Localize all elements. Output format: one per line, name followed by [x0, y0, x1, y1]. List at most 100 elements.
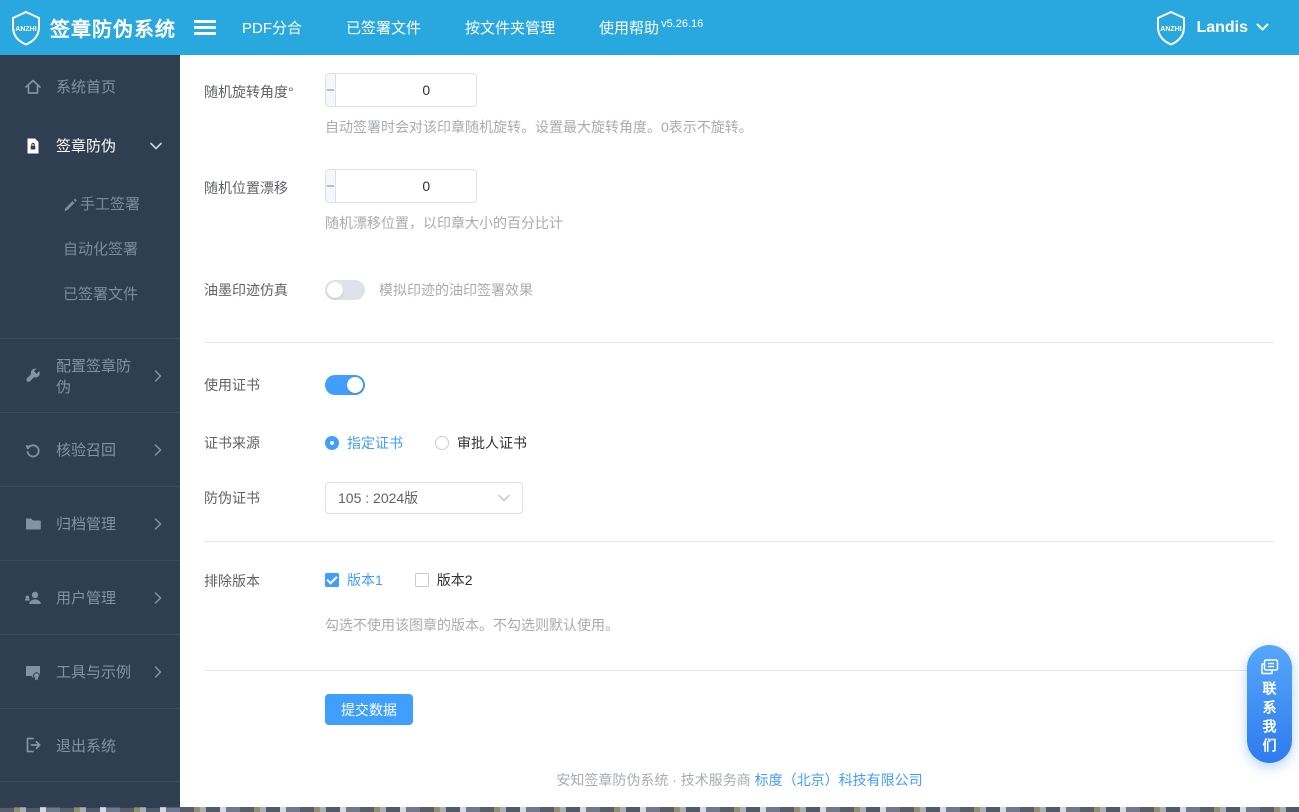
radio-selected-icon: [325, 436, 339, 450]
sidebar-item-configure-antiforgery[interactable]: 配置签章防伪: [0, 338, 180, 412]
chevron-right-icon: [154, 369, 162, 382]
main-content: 随机旋转角度° − + 自动签署时会对该印章随机旋转。设置最大旋转角度。0表示不…: [180, 55, 1299, 812]
checkbox-version-2[interactable]: 版本2: [414, 570, 473, 590]
sidebar-item-label: 核验召回: [56, 442, 117, 459]
folder-icon: [24, 515, 42, 533]
sidebar-item-seal-antiforgery[interactable]: 签章防伪: [0, 116, 180, 175]
radio-approver-certificate[interactable]: 审批人证书: [435, 433, 527, 453]
chevron-right-icon: [154, 517, 162, 530]
contact-us-button[interactable]: 联系我们: [1247, 645, 1292, 763]
row-certificate-source: 证书来源 指定证书 审批人证书: [204, 433, 1274, 453]
sidebar-item-label: 退出系统: [56, 737, 117, 755]
field-label: 随机位置漂移: [204, 180, 288, 196]
topbar: ANZHI 签章防伪系统 PDF分合 已签署文件 按文件夹管理 使用帮助 v5.2…: [0, 0, 1299, 55]
rotation-help-text: 自动签署时会对该印章随机旋转。设置最大旋转角度。0表示不旋转。: [325, 119, 753, 135]
contact-chat-icon: [1260, 659, 1279, 675]
certificate-select-value: 105 : 2024版: [338, 490, 419, 506]
chevron-right-icon: [154, 443, 162, 456]
version-badge: v5.26.16: [661, 18, 704, 30]
stamp-settings-form: 随机旋转角度° − + 自动签署时会对该印章随机旋转。设置最大旋转角度。0表示不…: [180, 55, 1299, 725]
radio-option-label: 指定证书: [347, 435, 403, 451]
sidebar-subitem-label: 手工签署: [80, 196, 141, 213]
sidebar-subitem-signed-files[interactable]: 已签署文件: [0, 271, 180, 316]
checkbox-checked-icon: [325, 573, 339, 587]
nav-pdf-split-merge[interactable]: PDF分合: [242, 17, 302, 38]
sidebar-item-label: 归档管理: [56, 516, 117, 533]
user-name: Landis: [1196, 18, 1248, 36]
sidebar-item-user-management[interactable]: 用户管理: [0, 560, 180, 634]
chevron-right-icon: [154, 665, 162, 678]
radio-unselected-icon: [435, 436, 449, 450]
section-divider: [204, 670, 1274, 671]
section-divider: [204, 342, 1274, 343]
sidebar: 系统首页 签章防伪 手工签署 自动化签署 已签署文件 配置签章防伪 核验召回 归…: [0, 55, 180, 808]
rotation-value-input[interactable]: [335, 74, 476, 106]
submit-button[interactable]: 提交数据: [325, 694, 413, 725]
svg-text:ANZHI: ANZHI: [1161, 26, 1182, 33]
sidebar-subitem-auto-sign[interactable]: 自动化签署: [0, 226, 180, 271]
nav-signed-files[interactable]: 已签署文件: [346, 17, 421, 38]
field-label: 防伪证书: [204, 490, 260, 506]
chevron-down-icon: [150, 142, 162, 150]
sidebar-item-label: 系统首页: [56, 79, 117, 96]
sidebar-item-label: 用户管理: [56, 590, 117, 607]
sidebar-item-logout[interactable]: 退出系统: [0, 708, 180, 782]
sidebar-subitem-label: 自动化签署: [63, 241, 139, 258]
sidebar-item-archive-management[interactable]: 归档管理: [0, 486, 180, 560]
row-random-rotation: 随机旋转角度° − + 自动签署时会对该印章随机旋转。设置最大旋转角度。0表示不…: [204, 73, 1274, 137]
stepper-decrease-button[interactable]: −: [326, 74, 336, 106]
sidebar-subitem-label: 已签署文件: [63, 286, 139, 303]
certificate-select[interactable]: 105 : 2024版: [325, 482, 523, 514]
footer-text: 安知签章防伪系统 · 技术服务商: [556, 772, 751, 788]
app-title: 签章防伪系统: [50, 19, 176, 41]
contact-us-label: 联系我们: [1261, 681, 1278, 757]
top-navigation: PDF分合 已签署文件 按文件夹管理 使用帮助 v5.26.16: [242, 17, 703, 38]
sidebar-item-label: 工具与示例: [56, 664, 132, 681]
user-avatar-shield-icon: ANZHI: [1154, 10, 1188, 46]
sidebar-item-verify-recall[interactable]: 核验召回: [0, 412, 180, 486]
user-menu[interactable]: ANZHI Landis: [1154, 10, 1299, 46]
sidebar-submenu: 手工签署 自动化签署 已签署文件: [0, 175, 180, 338]
drift-value-input[interactable]: [335, 170, 476, 202]
signout-icon: [24, 736, 42, 754]
use-certificate-toggle[interactable]: [325, 375, 365, 395]
home-icon: [24, 78, 42, 96]
drift-help-text: 随机漂移位置，以印章大小的百分比计: [325, 215, 563, 231]
radio-specified-certificate[interactable]: 指定证书: [325, 433, 403, 453]
field-label: 随机旋转角度°: [204, 84, 294, 100]
ink-simulation-desc: 模拟印迹的油印签署效果: [379, 282, 533, 298]
exclude-help-text: 勾选不使用该图章的版本。不勾选则默认使用。: [325, 617, 619, 633]
rotation-stepper: − +: [325, 73, 477, 107]
pen-icon: [63, 196, 78, 211]
certificate-icon: [24, 663, 42, 681]
row-ink-simulation: 油墨印迹仿真 模拟印迹的油印签署效果: [204, 280, 1274, 300]
row-antiforgery-certificate: 防伪证书 105 : 2024版: [204, 482, 1274, 514]
wrench-icon: [24, 367, 42, 385]
checkbox-version-1[interactable]: 版本1: [325, 570, 383, 590]
field-label: 证书来源: [204, 435, 260, 451]
svg-text:ANZHI: ANZHI: [15, 26, 36, 33]
sidebar-item-label: 配置签章防伪: [56, 357, 132, 396]
ink-simulation-toggle[interactable]: [325, 280, 365, 300]
drift-stepper: − +: [325, 169, 477, 203]
nav-folder-management[interactable]: 按文件夹管理: [465, 17, 555, 38]
user-chevron-down-icon: [1256, 23, 1269, 32]
hamburger-menu-icon[interactable]: [194, 20, 216, 35]
footer-company-link[interactable]: 标度（北京）科技有限公司: [755, 772, 923, 788]
clipped-bottom-row: [0, 807, 1299, 812]
app-logo-shield-icon: ANZHI: [10, 10, 42, 46]
undo-icon: [24, 441, 42, 459]
brand[interactable]: ANZHI 签章防伪系统: [0, 10, 180, 46]
chevron-down-icon: [498, 494, 510, 502]
nav-help[interactable]: 使用帮助 v5.26.16: [599, 17, 703, 38]
checkbox-option-label: 版本1: [347, 572, 383, 588]
field-label: 油墨印迹仿真: [204, 282, 288, 298]
radio-option-label: 审批人证书: [457, 435, 527, 451]
row-random-drift: 随机位置漂移 − + 随机漂移位置，以印章大小的百分比计: [204, 169, 1274, 233]
stepper-decrease-button[interactable]: −: [326, 170, 336, 202]
sidebar-item-home[interactable]: 系统首页: [0, 57, 180, 116]
document-lock-icon: [24, 137, 42, 155]
sidebar-subitem-manual-sign[interactable]: 手工签署: [0, 181, 180, 226]
sidebar-item-tools-examples[interactable]: 工具与示例: [0, 634, 180, 708]
users-icon: [24, 589, 42, 607]
